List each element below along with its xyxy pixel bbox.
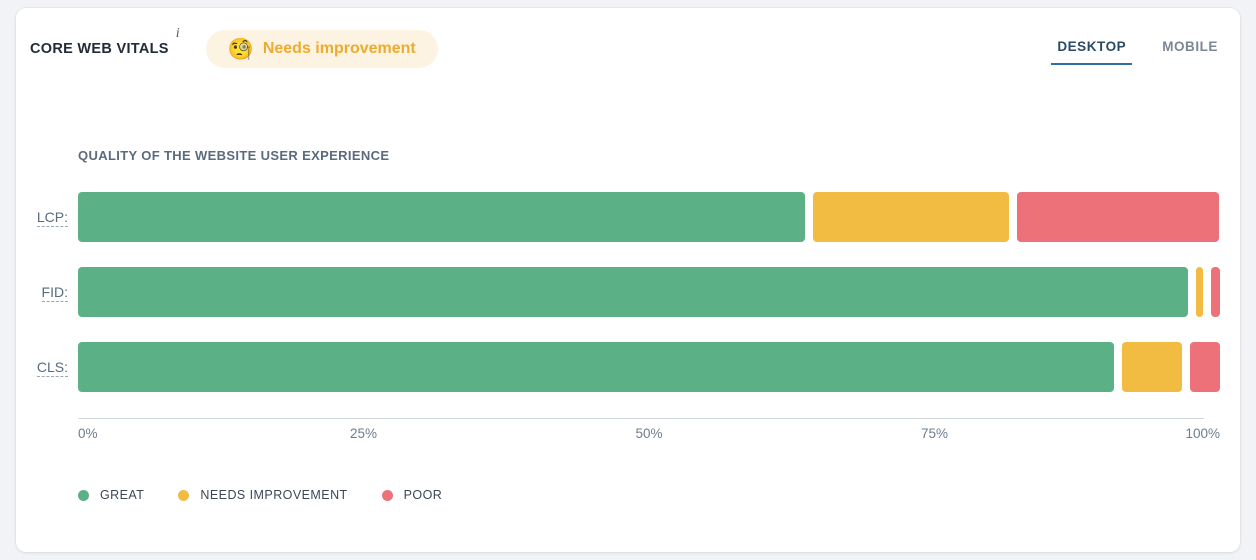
axis-tick-label: 50% xyxy=(635,426,663,441)
x-axis-line xyxy=(78,418,1204,419)
core-web-vitals-card: CORE WEB VITALS i 🧐 Needs improvement DE… xyxy=(16,8,1240,552)
device-tabs: DESKTOP MOBILE xyxy=(1051,38,1224,65)
bar-segment-poor[interactable] xyxy=(1190,342,1220,392)
bar-segment-poor[interactable] xyxy=(1016,192,1219,242)
chart-legend: GREAT NEEDS IMPROVEMENT POOR xyxy=(78,488,442,502)
row-label-lcp[interactable]: LCP: xyxy=(36,209,68,227)
card-header-left: CORE WEB VITALS i 🧐 Needs improvement xyxy=(30,26,438,68)
legend-label: GREAT xyxy=(100,488,145,502)
bar-row: FID: xyxy=(41,267,1220,317)
tab-desktop[interactable]: DESKTOP xyxy=(1051,38,1133,65)
axis-tick-label: 25% xyxy=(349,426,378,441)
bar-segment-needs-improvement[interactable] xyxy=(1121,342,1183,392)
bar-row: LCP: xyxy=(36,192,1220,242)
row-label-cls[interactable]: CLS: xyxy=(36,359,68,377)
bar-row: CLS: xyxy=(36,342,1220,392)
chart-title: QUALITY OF THE WEBSITE USER EXPERIENCE xyxy=(78,148,390,163)
axis-tick-label: 0% xyxy=(78,426,98,441)
chart-area: QUALITY OF THE WEBSITE USER EXPERIENCE L… xyxy=(16,96,1240,552)
legend-dot-icon xyxy=(381,489,393,501)
card-header: CORE WEB VITALS i 🧐 Needs improvement DE… xyxy=(16,8,1240,96)
status-badge-label: Needs improvement xyxy=(262,40,416,57)
legend-item-poor[interactable]: POOR xyxy=(381,488,443,502)
bar-segment-great[interactable] xyxy=(78,267,1189,317)
row-label-fid[interactable]: FID: xyxy=(41,284,68,302)
legend-dot-icon xyxy=(78,489,89,501)
legend-label: NEEDS IMPROVEMENT xyxy=(200,488,348,502)
status-badge: 🧐 Needs improvement xyxy=(205,30,438,68)
bar-segment-great[interactable] xyxy=(78,192,806,242)
monocle-face-icon: 🧐 xyxy=(227,37,254,61)
bar-segment-great[interactable] xyxy=(78,342,1114,392)
bar-segment-poor[interactable] xyxy=(1210,267,1220,317)
page-title: CORE WEB VITALS xyxy=(30,41,169,57)
stacked-bar-chart: LCP: FID: CLS: xyxy=(36,192,1220,399)
info-icon[interactable]: i xyxy=(176,26,180,42)
legend-dot-icon xyxy=(178,489,190,501)
legend-item-great[interactable]: GREAT xyxy=(78,488,144,502)
bar-segment-needs-improvement[interactable] xyxy=(813,192,1009,242)
legend-label: POOR xyxy=(403,488,443,502)
axis-tick-label: 100% xyxy=(1185,426,1220,441)
legend-item-needs-improvement[interactable]: NEEDS IMPROVEMENT xyxy=(178,488,347,502)
axis-tick-label: 75% xyxy=(920,426,949,441)
x-axis-ticks: 0% 25% 50% 75% 100% xyxy=(78,426,1220,448)
bar-segment-needs-improvement[interactable] xyxy=(1196,267,1203,317)
tab-mobile[interactable]: MOBILE xyxy=(1156,38,1224,63)
